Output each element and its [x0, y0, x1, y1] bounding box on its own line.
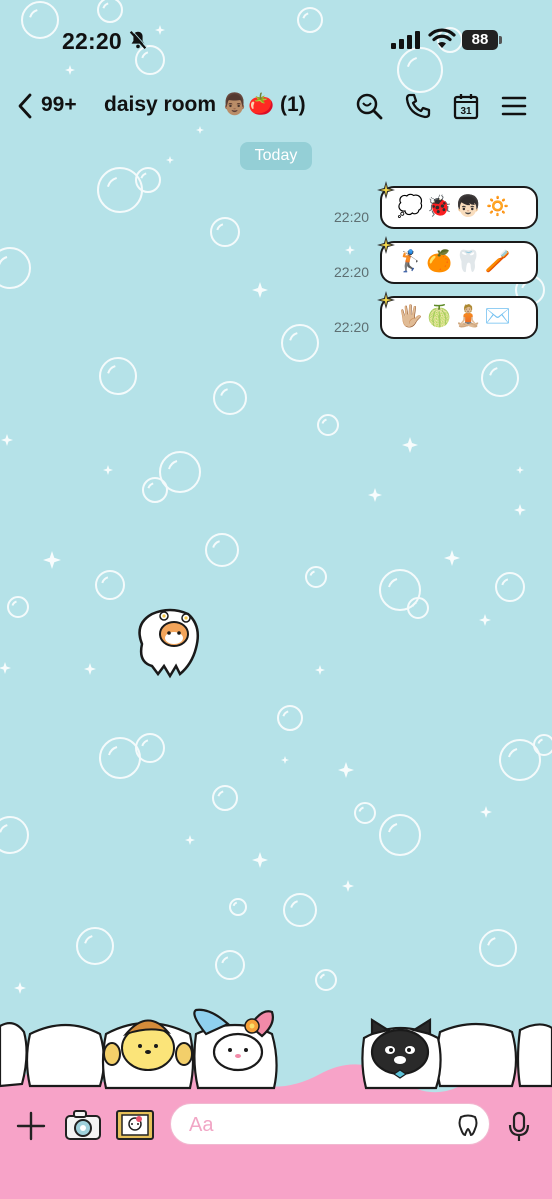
menu-icon[interactable] [500, 92, 528, 120]
sparkle-icon [377, 291, 395, 309]
emoji-sticker-icon[interactable] [456, 1113, 480, 1137]
calendar-icon[interactable]: 31 [452, 92, 480, 120]
chat-header: 99+ daisy room 👨🏽🍅 (1) 31 [0, 80, 552, 132]
plus-icon[interactable] [16, 1111, 46, 1141]
input-placeholder: Aa [189, 1114, 214, 1136]
status-bar: 22:20 88 [0, 0, 552, 80]
wifi-icon [428, 28, 456, 48]
microphone-icon[interactable] [507, 1111, 531, 1143]
message-bubble[interactable]: 🖐🏼🍈🧘🏼✉️ [380, 296, 538, 339]
sparkle-icon [377, 181, 395, 199]
message-time: 22:20 [334, 264, 370, 280]
cellular-signal-icon [391, 31, 420, 49]
photo-gallery-icon[interactable] [115, 1109, 155, 1141]
unread-count[interactable]: 99+ [41, 93, 77, 117]
mute-bell-icon [129, 30, 148, 50]
battery-nub [499, 36, 502, 44]
message-bubble[interactable]: 🏌🏻🍊🦷🪥 [380, 241, 538, 284]
svg-text:31: 31 [460, 106, 472, 117]
search-icon[interactable] [355, 92, 383, 120]
camera-icon[interactable] [64, 1109, 102, 1141]
message-time: 22:20 [334, 209, 370, 225]
date-separator: Today [240, 142, 312, 170]
battery-level: 88 [462, 30, 498, 50]
back-chevron-icon[interactable] [16, 93, 34, 119]
message-bubble[interactable]: 💭🐞👦🏻🔅 [380, 186, 538, 229]
sparkle-icon [377, 236, 395, 254]
message-text-field[interactable]: Aa [170, 1103, 490, 1145]
chat-title: daisy room 👨🏽🍅 (1) [104, 93, 306, 116]
message-input-bar: Aa [0, 1085, 552, 1199]
message-time: 22:20 [334, 319, 370, 335]
phone-call-icon[interactable] [404, 92, 432, 120]
status-time: 22:20 [62, 28, 122, 54]
character-border-decoration [0, 1008, 552, 1090]
hamster-ghost-sticker[interactable] [130, 604, 210, 680]
